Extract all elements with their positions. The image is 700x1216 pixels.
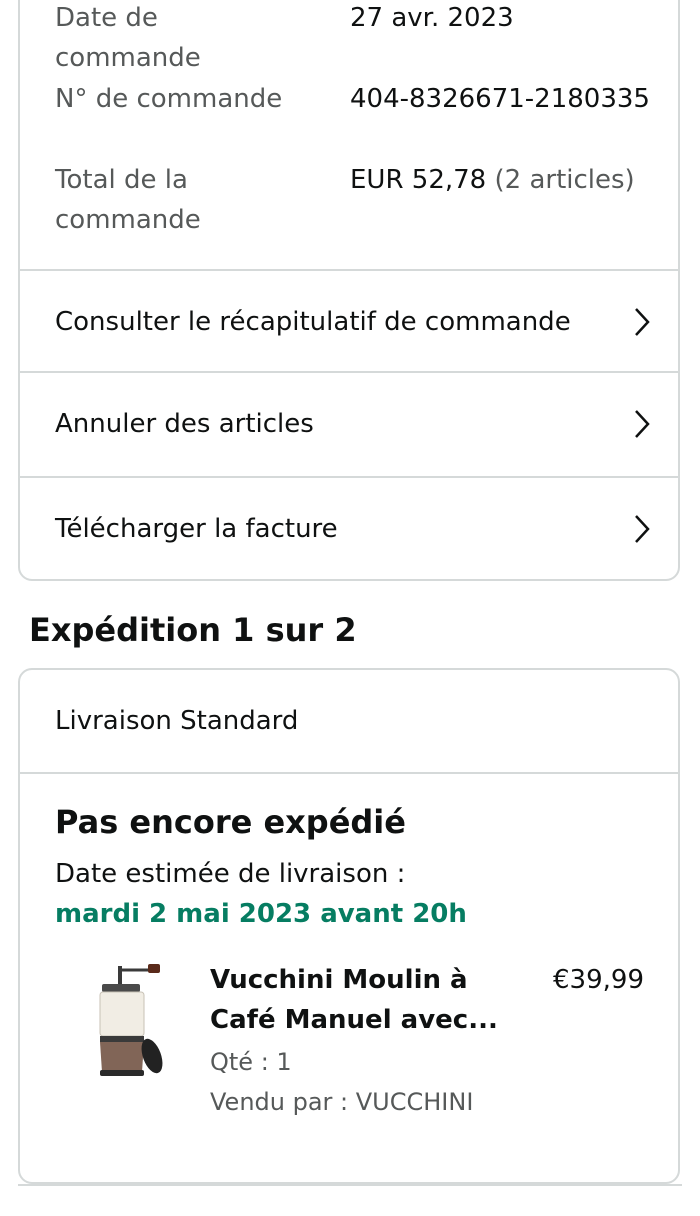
shipment-title: Expédition 1 sur 2 — [29, 611, 357, 649]
order-number-row: N° de commande 404-8326671-2180335 — [55, 79, 650, 119]
cancel-items-link[interactable]: Annuler des articles — [20, 371, 678, 475]
product-seller: Vendu par : VUCCHINI — [210, 1088, 474, 1116]
shipment-status: Pas encore expédié — [55, 803, 406, 841]
download-invoice-link[interactable]: Télécharger la facture — [20, 476, 678, 580]
product-price: €39,99 — [553, 965, 644, 995]
order-total-value: EUR 52,78 — [350, 165, 487, 195]
download-invoice-label: Télécharger la facture — [55, 514, 338, 544]
order-date-row: Date de commande 27 avr. 2023 — [55, 0, 514, 78]
order-details-card: Date de commande 27 avr. 2023 N° de comm… — [18, 0, 680, 581]
order-total-items: (2 articles) — [494, 165, 635, 195]
product-quantity: Qté : 1 — [210, 1048, 292, 1076]
eta-date: mardi 2 mai 2023 avant 20h — [55, 899, 467, 929]
divider — [18, 1184, 682, 1186]
shipping-method: Livraison Standard — [20, 670, 678, 774]
chevron-right-icon — [635, 308, 650, 336]
cancel-items-label: Annuler des articles — [55, 409, 314, 439]
shipment-card: Livraison Standard Pas encore expédié Da… — [18, 668, 680, 1184]
order-date-label: Date de commande — [55, 3, 201, 73]
order-date-value: 27 avr. 2023 — [350, 3, 514, 33]
order-number-label: N° de commande — [55, 84, 283, 114]
chevron-right-icon — [635, 515, 650, 543]
order-total-row: Total de la commande EUR 52,78 (2 articl… — [55, 160, 635, 240]
order-number-value: 404-8326671-2180335 — [350, 84, 650, 114]
order-total-value-group: EUR 52,78 (2 articles) — [350, 160, 635, 200]
product-title-link[interactable]: Vucchini Moulin à Café Manuel avec... — [210, 960, 500, 1040]
order-total-label: Total de la commande — [55, 165, 201, 235]
chevron-right-icon — [635, 410, 650, 438]
view-order-summary-label: Consulter le récapitulatif de commande — [55, 307, 571, 337]
view-order-summary-link[interactable]: Consulter le récapitulatif de commande — [20, 269, 678, 373]
eta-label: Date estimée de livraison : — [55, 859, 406, 889]
coffee-grinder-image[interactable] — [78, 964, 168, 1080]
